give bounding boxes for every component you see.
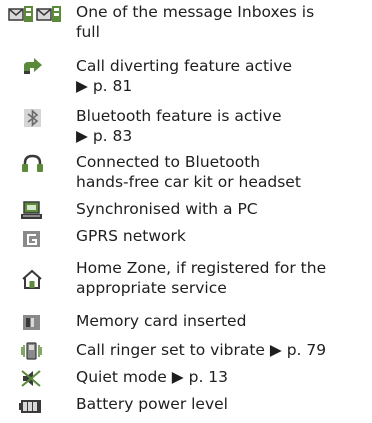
memory-card-icon <box>0 311 68 335</box>
gprs-description: GPRS network <box>76 227 186 245</box>
status-icon-list: One of the message Inboxes is full Call … <box>0 0 372 423</box>
battery-description: Battery power level <box>76 395 228 413</box>
message-inbox-full-icon <box>0 2 68 26</box>
pc-sync-icon <box>0 199 68 223</box>
quiet-mode-description: Quiet mode ▶ p. 13 <box>76 368 229 386</box>
headset-icon <box>0 152 68 176</box>
memory-card-description: Memory card inserted <box>76 312 247 330</box>
home-zone-icon <box>0 267 68 291</box>
call-diverting-description: Call diverting feature active ▶ p. 81 <box>76 57 293 95</box>
gprs-icon <box>0 226 68 250</box>
inbox-full-description: One of the message Inboxes is full <box>76 3 315 41</box>
battery-icon <box>0 394 68 418</box>
bluetooth-description: Bluetooth feature is active ▶ p. 83 <box>76 107 282 145</box>
quiet-mode-icon <box>0 367 68 391</box>
bluetooth-icon <box>0 106 68 130</box>
vibrate-description: Call ringer set to vibrate ▶ p. 79 <box>76 341 327 359</box>
home-zone-description: Home Zone, if registered for the appropr… <box>76 259 327 297</box>
call-diverting-icon <box>0 56 68 80</box>
pc-sync-description: Synchronised with a PC <box>76 200 258 218</box>
headset-description: Connected to Bluetooth hands-free car ki… <box>76 153 301 191</box>
vibrate-icon <box>0 340 68 364</box>
